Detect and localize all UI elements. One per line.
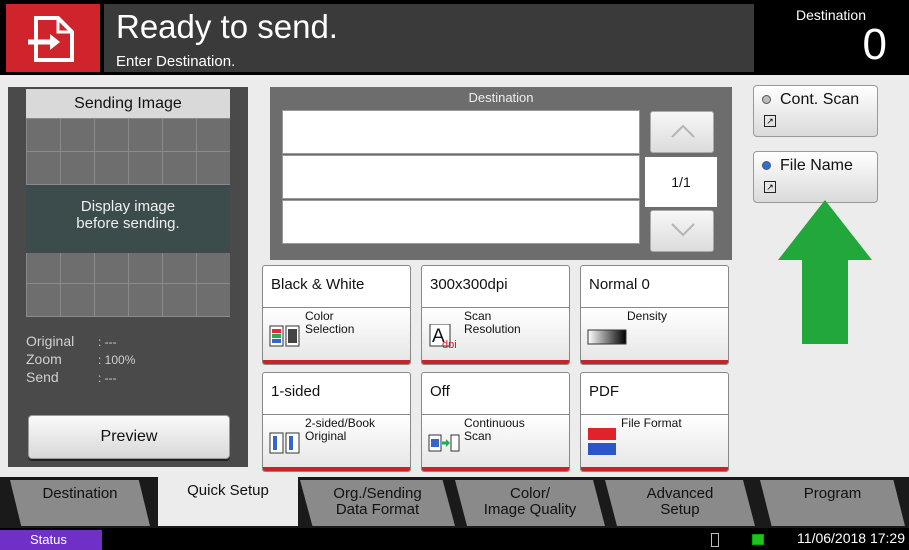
chevron-down-icon: [671, 223, 695, 237]
page-subtitle: Enter Destination.: [116, 53, 236, 70]
info-zoom: Zoom : 100%: [26, 351, 135, 367]
density-tile[interactable]: Normal 0 Density: [580, 265, 729, 365]
cont-scan-label: Cont. Scan: [780, 91, 860, 108]
info-label: Original: [26, 333, 75, 349]
network-status-icon: [752, 534, 764, 545]
chevron-up-icon: [671, 124, 695, 138]
continuous-scan-icon: [428, 434, 460, 452]
tab-program[interactable]: Program: [760, 480, 905, 526]
destination-count-label: Destination: [795, 7, 866, 23]
status-button[interactable]: Status: [0, 530, 102, 550]
cont-scan-button[interactable]: Cont. Scan ↗: [753, 85, 878, 137]
tile-label: Scan: [464, 429, 492, 443]
preview-panel: Sending Image Display image before sendi…: [8, 87, 248, 467]
file-format-tile[interactable]: PDF File Format: [580, 372, 729, 472]
tile-label: Selection: [305, 322, 355, 336]
tile-value: 300x300dpi: [422, 266, 569, 308]
file-name-label: File Name: [780, 157, 853, 174]
tab-label: Org./Sending Data Format: [333, 485, 422, 518]
tile-value: Black & White: [263, 266, 410, 308]
file-name-indicator: [762, 161, 771, 170]
status-bar: Status 11/06/2018 17:29: [0, 528, 909, 550]
scroll-up-button[interactable]: [650, 111, 714, 153]
tile-label: Resolution: [464, 322, 521, 336]
svg-text:dpi: dpi: [442, 339, 457, 348]
destination-row[interactable]: [282, 110, 640, 154]
info-send: Send : ---: [26, 369, 117, 385]
color-selection-icon: [269, 325, 300, 347]
tab-quick-setup[interactable]: Quick Setup: [158, 477, 298, 526]
color-selection-tile[interactable]: Black & White Color Selection: [262, 265, 411, 365]
tile-label: Original: [305, 429, 347, 443]
destination-list-heading: Destination: [468, 90, 534, 105]
header-bar: Ready to send. Enter Destination. Destin…: [0, 0, 909, 75]
tab-color-image-quality[interactable]: Color/Image Quality: [455, 480, 605, 526]
two-sided-icon: [269, 432, 300, 454]
tab-label: Color/Image Quality: [483, 485, 577, 518]
info-value: : ---: [98, 335, 117, 349]
file-name-button[interactable]: File Name ↗: [753, 151, 878, 203]
continuous-scan-tile[interactable]: Off Continuous Scan: [421, 372, 570, 472]
tile-value: 1-sided: [263, 373, 410, 415]
memory-card-icon: [711, 533, 719, 547]
preview-message-line2: before sending.: [76, 215, 180, 232]
preview-message: Display image before sending.: [26, 198, 230, 232]
scroll-down-button[interactable]: [650, 210, 714, 252]
preview-message-line1: Display image: [80, 198, 176, 215]
send-icon: [6, 4, 100, 72]
info-label: Send: [26, 369, 59, 385]
shortcut-icon: ↗: [764, 181, 776, 193]
info-original: Original : ---: [26, 333, 117, 349]
tile-value: PDF: [581, 373, 728, 415]
tab-destination[interactable]: Destination: [10, 480, 150, 526]
tab-label: Destination: [42, 485, 118, 502]
tile-label: Density: [627, 309, 668, 323]
info-value: : ---: [98, 371, 117, 385]
info-label: Zoom: [26, 351, 62, 367]
tile-value: Off: [422, 373, 569, 415]
tab-advanced-setup[interactable]: Advanced Setup: [605, 480, 755, 526]
tile-label: File Format: [621, 416, 682, 430]
tab-label: Program: [803, 485, 862, 502]
preview-heading: Sending Image: [26, 89, 230, 118]
cont-scan-indicator: [762, 95, 771, 104]
header-message: Ready to send. Enter Destination.: [104, 4, 754, 72]
main-panel: Sending Image Display image before sendi…: [0, 75, 909, 477]
destination-row[interactable]: [282, 200, 640, 244]
density-icon: [587, 329, 627, 345]
destination-count: 0: [862, 20, 887, 69]
destination-row[interactable]: [282, 155, 640, 199]
up-arrow-icon: [778, 200, 872, 344]
status-datetime: 11/06/2018 17:29: [797, 530, 905, 546]
scan-resolution-icon: A dpi: [429, 324, 457, 348]
page-title: Ready to send.: [116, 8, 338, 45]
preview-button[interactable]: Preview: [28, 415, 230, 459]
scan-resolution-tile[interactable]: 300x300dpi A dpi Scan Resolution: [421, 265, 570, 365]
two-sided-original-tile[interactable]: 1-sided 2-sided/Book Original: [262, 372, 411, 472]
file-format-icon: [588, 428, 616, 455]
tab-org-sending-data-format[interactable]: Org./Sending Data Format: [300, 480, 455, 526]
tab-label: Advanced Setup: [646, 485, 714, 518]
destination-page-indicator: 1/1: [645, 157, 717, 207]
tab-label: Quick Setup: [187, 482, 269, 499]
shortcut-icon: ↗: [764, 115, 776, 127]
destination-list: Destination 1/1: [270, 87, 732, 260]
tab-bar: Destination Quick Setup Org./Sending Data…: [0, 477, 909, 528]
tile-value: Normal 0: [581, 266, 728, 308]
info-value: : 100%: [98, 353, 136, 367]
